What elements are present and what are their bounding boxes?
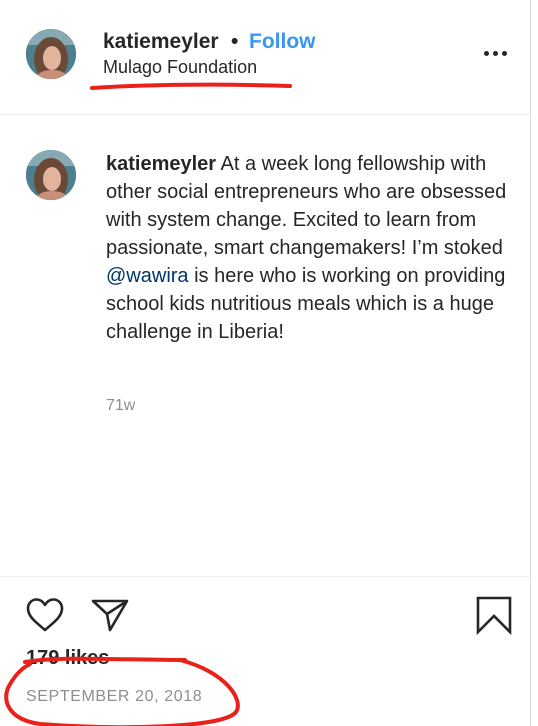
follow-button[interactable]: Follow [249, 30, 316, 54]
location-link[interactable]: Mulago Foundation [103, 57, 257, 78]
post-date: SEPTEMBER 20, 2018 [26, 688, 203, 705]
mention-link[interactable]: @wawira [106, 265, 189, 287]
caption-avatar[interactable] [26, 150, 76, 200]
header-divider [0, 114, 530, 115]
caption-username[interactable]: katiemeyler [106, 153, 216, 175]
post-panel: katiemeyler • Follow Mulago Foundation k… [0, 0, 531, 726]
actions-divider [0, 576, 530, 577]
more-options-icon[interactable] [482, 42, 510, 66]
separator-dot: • [231, 30, 239, 53]
bookmark-icon[interactable] [474, 595, 514, 636]
profile-photo [26, 29, 76, 79]
avatar[interactable] [26, 29, 76, 79]
caption-text: katiemeyler At a week long fellowship wi… [106, 150, 516, 346]
time-ago: 71w [106, 397, 136, 414]
heart-icon[interactable] [25, 597, 65, 633]
profile-photo [26, 150, 76, 200]
paper-plane-icon[interactable] [90, 597, 130, 633]
post-username[interactable]: katiemeyler [103, 30, 219, 54]
likes-count[interactable]: 179 likes [26, 647, 109, 670]
